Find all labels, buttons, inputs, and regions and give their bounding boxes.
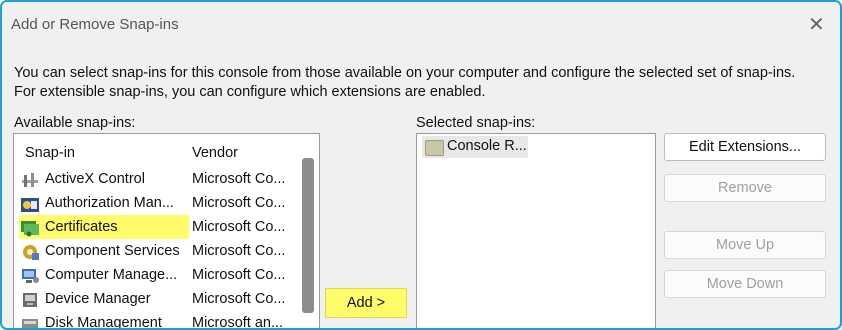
snapin-name: Disk Management — [45, 315, 162, 330]
snapin-name: Component Services — [45, 243, 180, 259]
description-line-2: For extensible snap-ins, you can configu… — [14, 84, 486, 100]
list-item-certificates[interactable]: Certificates Microsoft Co... — [18, 215, 298, 239]
move-up-button[interactable]: Move Up — [664, 231, 826, 259]
snapin-name: Certificates — [45, 219, 118, 235]
snapin-vendor: Microsoft Co... — [192, 291, 286, 307]
snapin-vendor: Microsoft Co... — [192, 171, 286, 187]
remove-button[interactable]: Remove — [664, 174, 826, 202]
vertical-scrollbar-thumb[interactable] — [302, 158, 314, 313]
list-item[interactable]: Authorization Man... Microsoft Co... — [18, 192, 298, 215]
certificates-icon — [21, 221, 39, 237]
list-item[interactable]: ActiveX Control Microsoft Co... — [18, 168, 298, 191]
disk-management-icon — [22, 319, 38, 328]
window-title: Add or Remove Snap-ins — [11, 16, 179, 33]
add-remove-snapins-dialog: Add or Remove Snap-ins ✕ You can select … — [0, 0, 842, 330]
component-services-icon — [23, 245, 39, 260]
selected-list-item[interactable]: Console R... — [422, 136, 528, 158]
column-header-snapin[interactable]: Snap-in — [25, 145, 75, 161]
device-manager-icon — [23, 293, 37, 307]
folder-icon — [425, 140, 444, 156]
activex-icon — [22, 173, 38, 187]
snapin-name: Authorization Man... — [45, 195, 174, 211]
selected-snapins-label: Selected snap-ins: — [416, 115, 536, 131]
available-snapins-list[interactable]: Snap-in Vendor ActiveX Control Microsoft… — [13, 133, 320, 330]
title-bar: Add or Remove Snap-ins ✕ — [2, 2, 840, 46]
selected-snapins-list[interactable]: Console R... — [416, 133, 656, 328]
snapin-name: Device Manager — [45, 291, 151, 307]
description-line-1: You can select snap-ins for this console… — [14, 65, 796, 81]
snapin-vendor: Microsoft Co... — [192, 219, 286, 235]
list-item[interactable]: Computer Manage... Microsoft Co... — [18, 264, 298, 287]
snapin-vendor: Microsoft an... — [192, 315, 284, 330]
list-item[interactable]: Disk Management Microsoft an... — [18, 312, 298, 330]
move-down-button[interactable]: Move Down — [664, 270, 826, 298]
available-snapins-label: Available snap-ins: — [14, 115, 136, 131]
column-header-vendor[interactable]: Vendor — [192, 145, 238, 161]
description: You can select snap-ins for this console… — [14, 64, 795, 102]
snapin-vendor: Microsoft Co... — [192, 243, 286, 259]
edit-extensions-button[interactable]: Edit Extensions... — [664, 133, 826, 161]
snapin-name: Computer Manage... — [45, 267, 178, 283]
authorization-icon — [21, 198, 39, 212]
selected-snapin-name: Console R... — [447, 138, 527, 154]
computer-management-icon — [22, 269, 39, 283]
list-item[interactable]: Device Manager Microsoft Co... — [18, 288, 298, 311]
list-item[interactable]: Component Services Microsoft Co... — [18, 240, 298, 263]
snapin-vendor: Microsoft Co... — [192, 267, 286, 283]
snapin-vendor: Microsoft Co... — [192, 195, 286, 211]
snapin-name: ActiveX Control — [45, 171, 145, 187]
add-button[interactable]: Add > — [325, 288, 407, 318]
close-icon[interactable]: ✕ — [808, 15, 825, 35]
